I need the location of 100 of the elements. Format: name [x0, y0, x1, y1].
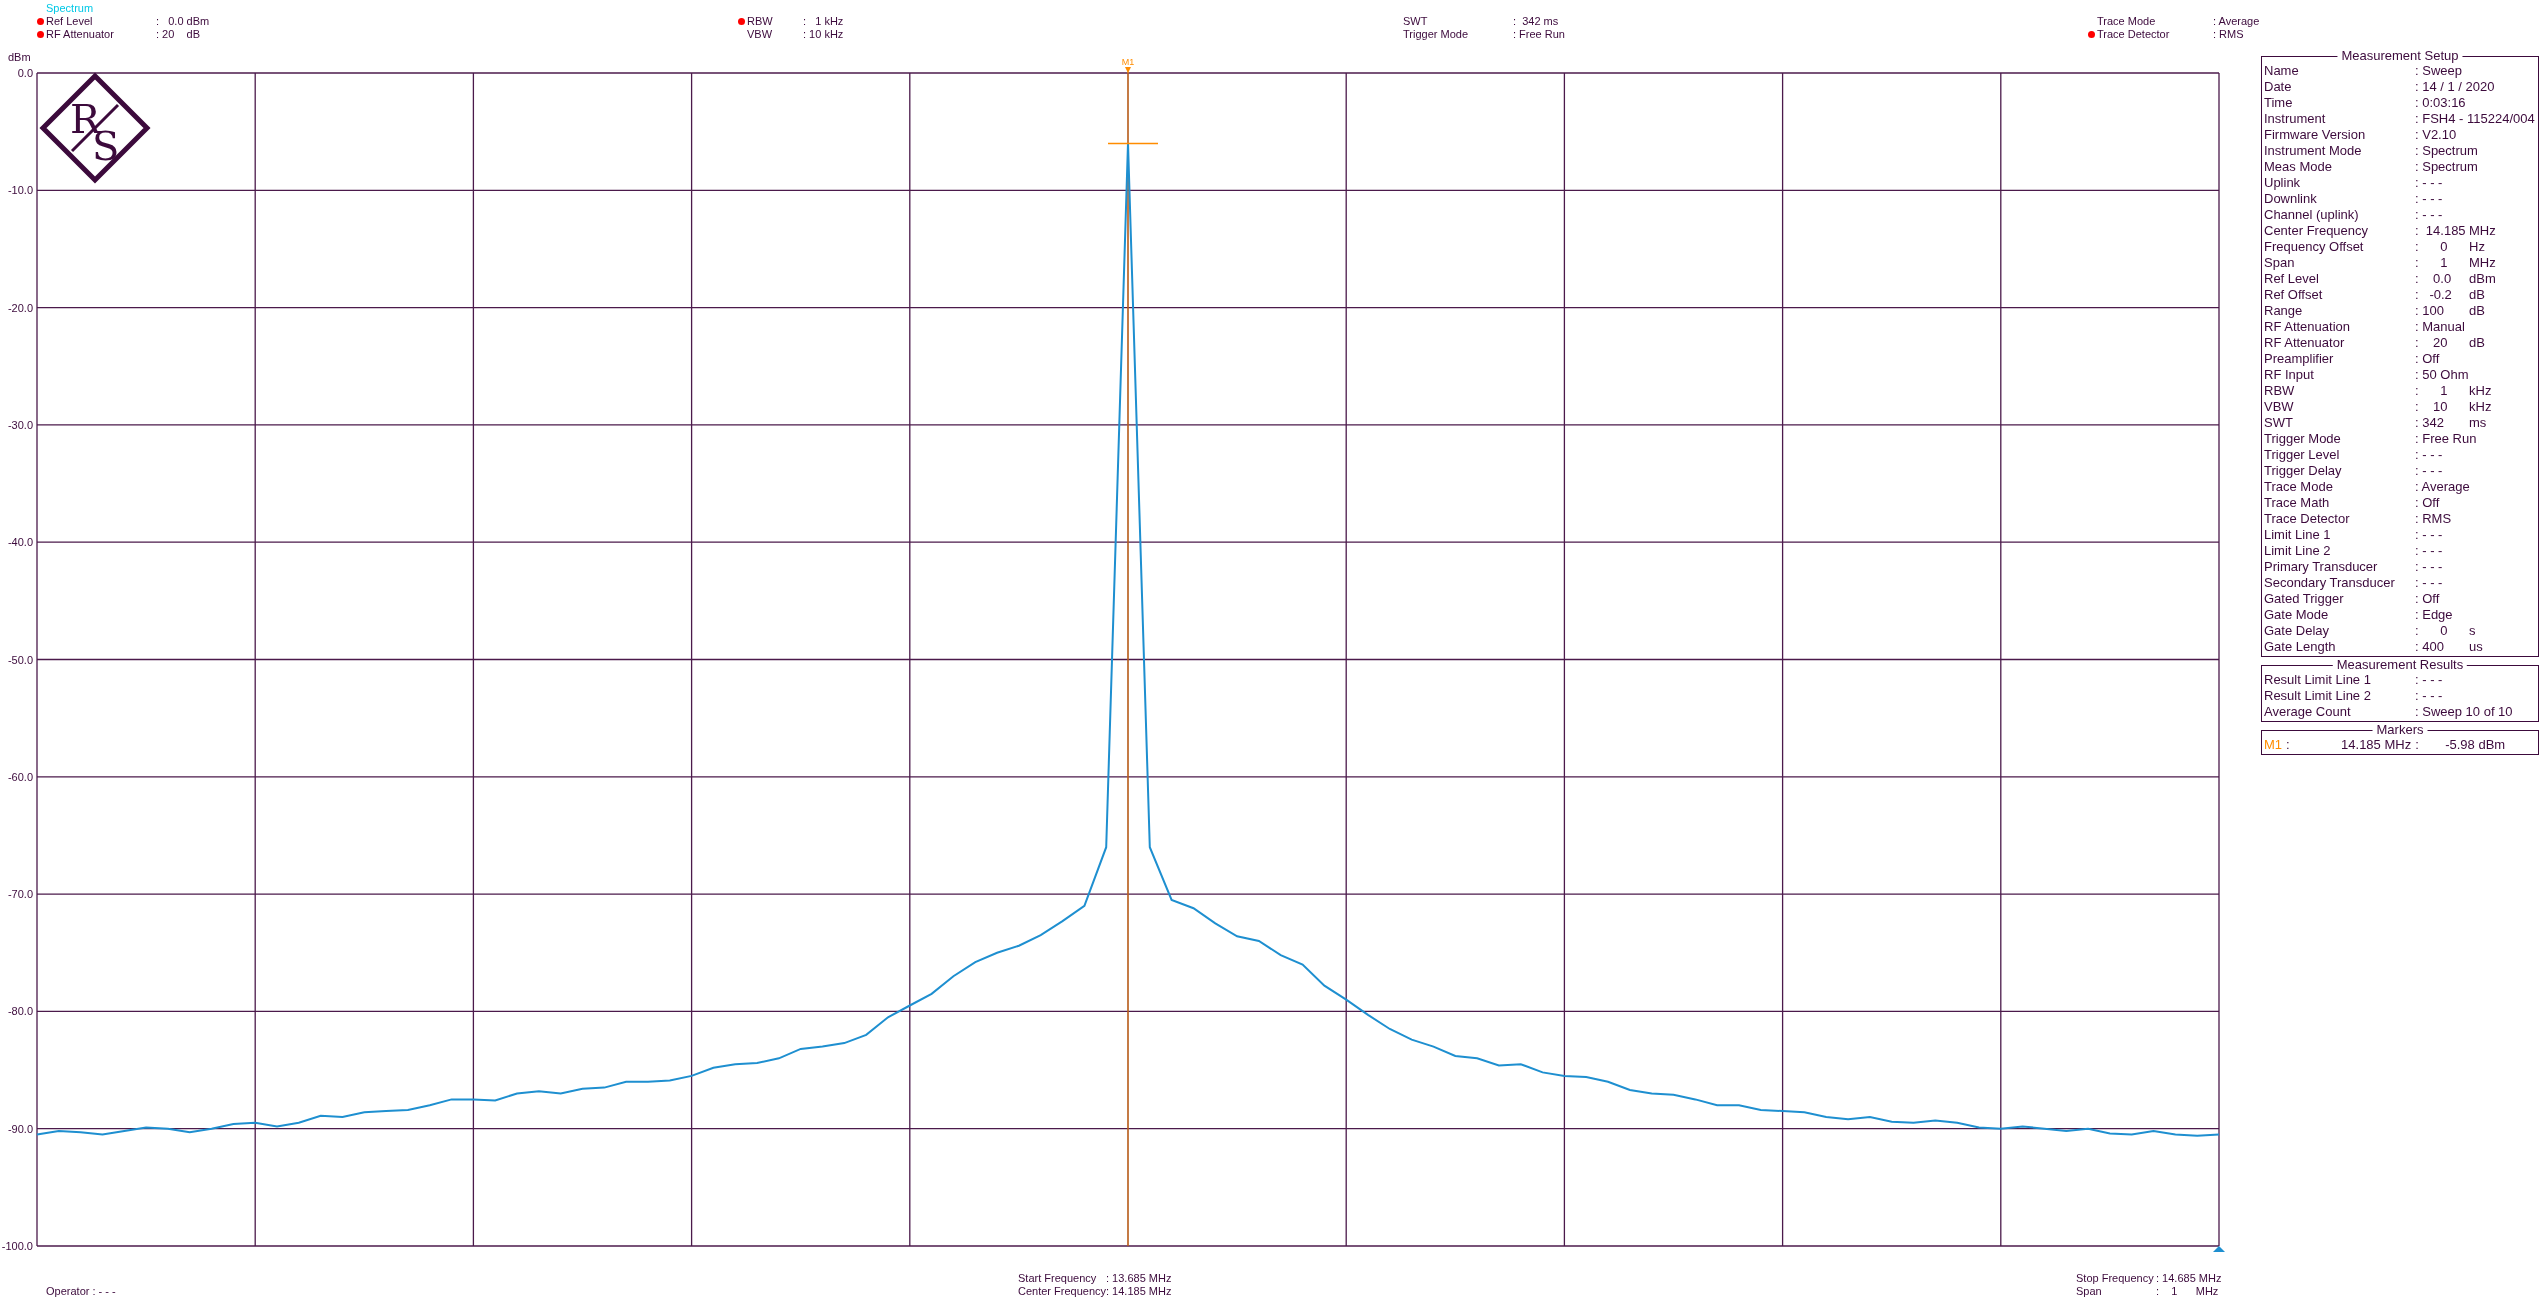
parameter-value: : RMS — [2213, 28, 2244, 41]
setup-unit: kHz — [2469, 399, 2492, 415]
setup-label: Downlink — [2264, 191, 2318, 207]
setup-value: : 342 — [2415, 415, 2445, 431]
y-tick-label: -10.0 — [7, 184, 33, 197]
setup-label: Frequency Offset — [2264, 239, 2365, 255]
setup-label: Center Frequency — [2264, 223, 2370, 239]
setup-value: : 14 / 1 / 2020 — [2415, 79, 2495, 95]
setup-value: : 10 — [2415, 399, 2449, 415]
setup-value: : Spectrum — [2415, 159, 2478, 175]
setup-value: : - - - — [2415, 527, 2444, 543]
setup-label: Time — [2264, 95, 2294, 111]
setup-label: Instrument — [2264, 111, 2327, 127]
setup-value: : 50 Ohm — [2415, 367, 2469, 383]
setup-label: Result Limit Line 1 — [2264, 672, 2372, 688]
marker-name: M1 — [2264, 737, 2283, 753]
setup-label: Trigger Delay — [2264, 463, 2343, 479]
parameter-value: : 10 kHz — [803, 28, 844, 41]
setup-value: : - - - — [2415, 672, 2444, 688]
setup-value: : 0 — [2415, 239, 2449, 255]
setup-value: : FSH4 - 115224/004 — [2415, 111, 2535, 127]
setup-label: Instrument Mode — [2264, 143, 2363, 159]
setup-label: Trace Math — [2264, 495, 2331, 511]
frequency-label: Span — [2076, 1285, 2103, 1298]
parameter-label: RF Attenuator — [46, 28, 115, 41]
frequency-value: : 14.685 MHz — [2156, 1272, 2222, 1285]
parameter-label: SWT — [1403, 15, 1429, 28]
logo: RS — [39, 72, 151, 184]
setup-value: : - - - — [2415, 175, 2444, 191]
setup-value: : Manual — [2415, 319, 2466, 335]
parameter-value: : 20 dB — [156, 28, 201, 41]
setup-unit: dB — [2469, 287, 2485, 303]
setup-value: : - - - — [2415, 575, 2444, 591]
setup-value: : RMS — [2415, 511, 2453, 527]
y-tick-label: 0.0 — [17, 67, 33, 79]
setup-label: Secondary Transducer — [2264, 575, 2396, 591]
parameter-value: : 342 ms — [1513, 15, 1559, 28]
setup-value: : - - - — [2415, 543, 2444, 559]
setup-value: : Sweep — [2415, 63, 2463, 79]
setup-value: : 100 — [2415, 303, 2445, 319]
setup-value: : 0:03:16 — [2415, 95, 2467, 111]
frequency-label: Start Frequency — [1018, 1272, 1098, 1285]
setup-label: Uplink — [2264, 175, 2302, 191]
y-tick-label: -50.0 — [7, 653, 33, 666]
setup-unit: dBm — [2469, 271, 2496, 287]
frequency-value: : 13.685 MHz — [1106, 1272, 1172, 1285]
setup-label: Firmware Version — [2264, 127, 2367, 143]
y-tick-label: -30.0 — [7, 418, 33, 431]
setup-unit: ms — [2469, 415, 2487, 431]
setup-value: : Off — [2415, 591, 2441, 607]
setup-value: : - - - — [2415, 207, 2444, 223]
setup-value: : - - - — [2415, 688, 2444, 704]
setup-unit: kHz — [2469, 383, 2492, 399]
setup-value: : Sweep 10 of 10 — [2415, 704, 2513, 720]
y-tick-label: -70.0 — [7, 888, 33, 901]
setup-value: : 14.185 — [2415, 223, 2467, 239]
setup-label: RF Input — [2264, 367, 2315, 383]
y-tick-label: -80.0 — [7, 1005, 33, 1018]
setup-value: : - - - — [2415, 191, 2444, 207]
marker-frequency: 14.185 MHz — [2341, 737, 2412, 753]
panel-title: Measurement Setup — [2337, 48, 2463, 64]
parameter-value: : 1 kHz — [803, 15, 844, 28]
mode-title: Spectrum — [46, 2, 95, 15]
parameter-label: Trace Mode — [2097, 15, 2157, 28]
setup-value: : - - - — [2415, 447, 2444, 463]
setup-label: Preamplifier — [2264, 351, 2335, 367]
frequency-label: Center Frequency — [1018, 1285, 1106, 1298]
setup-label: Date — [2264, 79, 2293, 95]
setup-value: : Spectrum — [2415, 143, 2478, 159]
parameter-label: VBW — [747, 28, 774, 41]
setup-label: Trigger Level — [2264, 447, 2341, 463]
operator-text: Operator : - - - — [46, 1285, 117, 1298]
parameter-label: Trace Detector — [2097, 28, 2171, 41]
setup-value: : Off — [2415, 351, 2441, 367]
setup-value: : Average — [2415, 479, 2470, 495]
y-tick-label: -100.0 — [1, 1240, 33, 1252]
setup-label: Meas Mode — [2264, 159, 2333, 175]
parameter-label: RBW — [747, 15, 774, 28]
setup-value: : 400 — [2415, 639, 2445, 655]
setup-label: Ref Offset — [2264, 287, 2324, 303]
setup-unit: us — [2469, 639, 2483, 655]
setup-label: Span — [2264, 255, 2296, 271]
setup-value: : - - - — [2415, 463, 2444, 479]
separator: : — [2415, 737, 2420, 753]
setup-label: Trace Mode — [2264, 479, 2334, 495]
setup-value: : Off — [2415, 495, 2441, 511]
setup-value: : 20 — [2415, 335, 2449, 351]
marker-level: -5.98 dBm — [2445, 737, 2506, 753]
setup-label: Range — [2264, 303, 2304, 319]
setup-unit: MHz — [2469, 223, 2496, 239]
frequency-value: : 14.185 MHz — [1106, 1285, 1172, 1298]
setup-value: : -0.2 — [2415, 287, 2453, 303]
setup-value: : Edge — [2415, 607, 2454, 623]
y-tick-label: -20.0 — [7, 301, 33, 314]
setup-label: RF Attenuator — [2264, 335, 2346, 351]
setup-value: : - - - — [2415, 559, 2444, 575]
setup-unit: dB — [2469, 303, 2485, 319]
parameter-value: : Free Run — [1513, 28, 1565, 41]
setup-unit: dB — [2469, 335, 2485, 351]
setup-label: VBW — [2264, 399, 2295, 415]
